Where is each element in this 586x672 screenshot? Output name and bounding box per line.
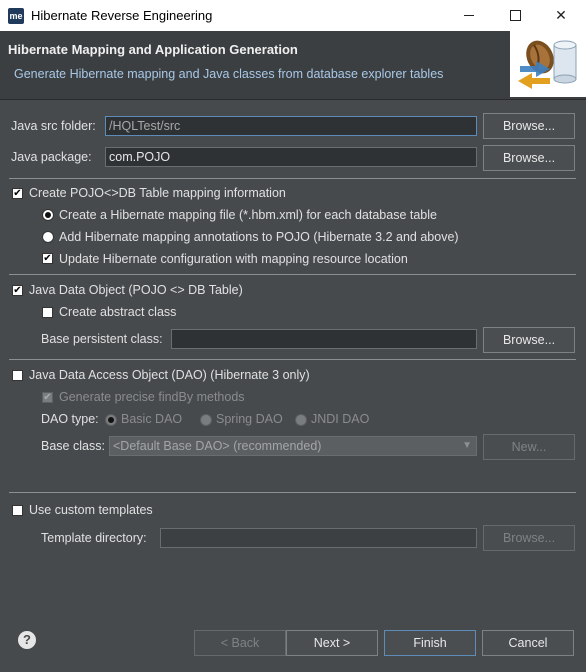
base-class-value: <Default Base DAO> (recommended)	[113, 439, 322, 453]
hibernate-banner-icon	[510, 31, 586, 97]
dao-type-label: DAO type:	[41, 412, 99, 426]
update-config-checkbox[interactable]: ✔	[42, 253, 53, 264]
spring-dao-label: Spring DAO	[216, 412, 283, 426]
create-mapping-label: Create POJO<>DB Table mapping informatio…	[29, 186, 286, 200]
next-button[interactable]: Next >	[286, 630, 378, 656]
browse-package-button[interactable]: Browse...	[483, 145, 575, 171]
spring-dao-radio[interactable]	[200, 414, 212, 426]
browse-src-button[interactable]: Browse...	[483, 113, 575, 139]
separator	[9, 274, 576, 275]
separator	[9, 359, 576, 360]
chevron-down-icon: ▼	[462, 440, 472, 451]
header-title: Hibernate Mapping and Application Genera…	[8, 42, 298, 57]
hbm-file-label: Create a Hibernate mapping file (*.hbm.x…	[59, 208, 437, 222]
base-class-select[interactable]: <Default Base DAO> (recommended) ▼	[109, 436, 477, 456]
cancel-button[interactable]: Cancel	[482, 630, 574, 656]
abstract-class-checkbox[interactable]	[42, 307, 53, 318]
jndi-dao-label: JNDI DAO	[311, 412, 370, 426]
dao-checkbox[interactable]	[12, 370, 23, 381]
java-src-folder-input[interactable]: /HQLTest/src	[105, 116, 477, 136]
pojo-label: Java Data Object (POJO <> DB Table)	[29, 283, 243, 297]
template-directory-input[interactable]	[160, 528, 477, 548]
back-button[interactable]: < Back	[194, 630, 286, 656]
wizard-header: Hibernate Mapping and Application Genera…	[0, 31, 586, 100]
maximize-icon	[510, 10, 521, 21]
java-package-input[interactable]: com.POJO	[105, 147, 477, 167]
abstract-class-label: Create abstract class	[59, 305, 177, 319]
annotations-radio[interactable]	[42, 231, 54, 243]
minimize-icon	[464, 15, 474, 16]
update-config-label: Update Hibernate configuration with mapp…	[59, 252, 408, 266]
base-persistent-class-input[interactable]	[171, 329, 477, 349]
annotations-label: Add Hibernate mapping annotations to POJ…	[59, 230, 459, 244]
close-button[interactable]: ✕	[538, 0, 584, 31]
app-icon: me	[8, 8, 24, 24]
java-src-folder-label: Java src folder:	[11, 119, 96, 133]
template-directory-label: Template directory:	[41, 531, 147, 545]
hbm-file-radio[interactable]	[42, 209, 54, 221]
title-bar: me Hibernate Reverse Engineering ✕	[0, 0, 586, 32]
base-persistent-class-label: Base persistent class:	[41, 332, 163, 346]
minimize-button[interactable]	[446, 0, 492, 31]
basic-dao-radio[interactable]	[105, 414, 117, 426]
maximize-button[interactable]	[492, 0, 538, 31]
basic-dao-label: Basic DAO	[121, 412, 183, 426]
pojo-checkbox[interactable]: ✔	[12, 285, 23, 296]
close-icon: ✕	[555, 7, 567, 23]
help-icon[interactable]: ?	[18, 631, 36, 649]
window-title: Hibernate Reverse Engineering	[31, 8, 213, 23]
dao-label: Java Data Access Object (DAO) (Hibernate…	[29, 368, 310, 382]
header-description: Generate Hibernate mapping and Java clas…	[14, 67, 444, 81]
separator	[9, 492, 576, 493]
create-mapping-checkbox[interactable]: ✔	[12, 188, 23, 199]
browse-template-button[interactable]: Browse...	[483, 525, 575, 551]
java-package-label: Java package:	[11, 150, 92, 164]
precise-findby-checkbox[interactable]: ✔	[42, 392, 53, 403]
custom-templates-label: Use custom templates	[29, 503, 153, 517]
dialog-window: me Hibernate Reverse Engineering ✕ Hiber…	[0, 0, 586, 672]
finish-button[interactable]: Finish	[384, 630, 476, 656]
browse-base-class-button[interactable]: Browse...	[483, 327, 575, 353]
jndi-dao-radio[interactable]	[295, 414, 307, 426]
custom-templates-checkbox[interactable]	[12, 505, 23, 516]
precise-findby-label: Generate precise findBy methods	[59, 390, 245, 404]
separator	[9, 178, 576, 179]
base-class-label: Base class:	[41, 439, 105, 453]
new-base-class-button[interactable]: New...	[483, 434, 575, 460]
